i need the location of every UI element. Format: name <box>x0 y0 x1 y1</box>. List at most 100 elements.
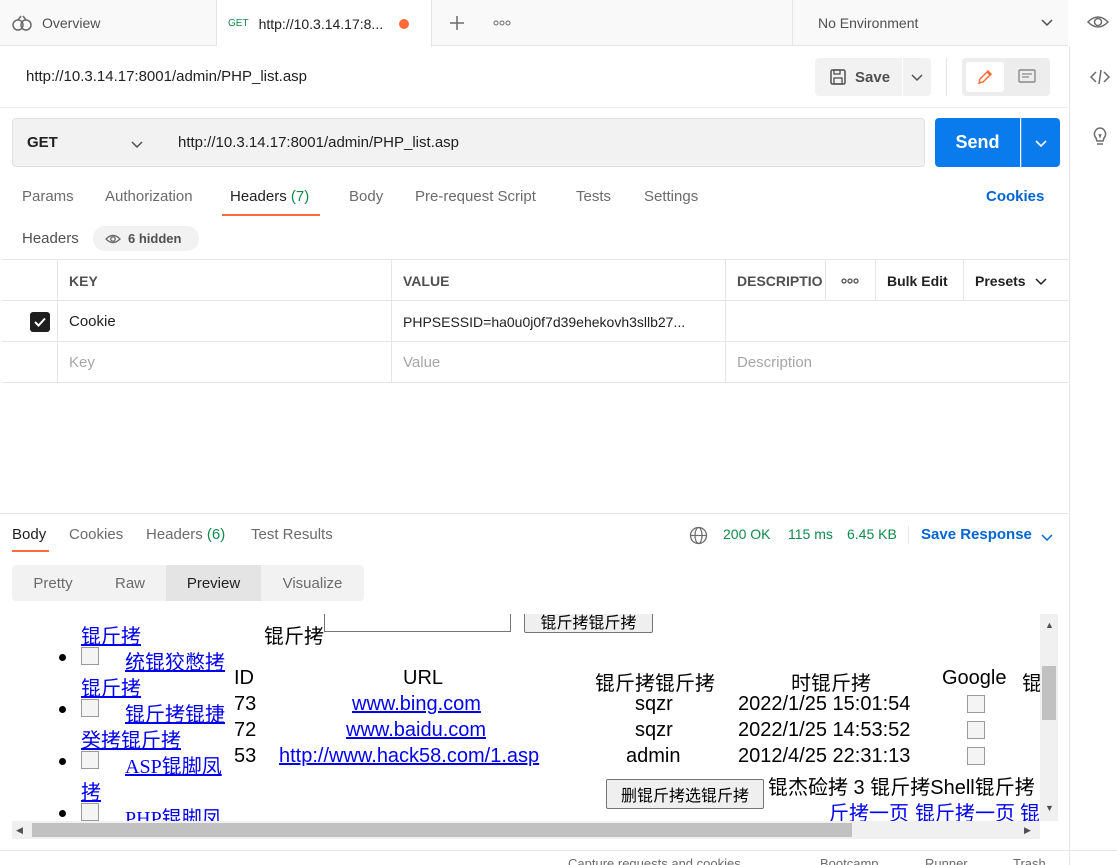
sidebar-link[interactable]: ASP锟脚凤 <box>125 750 222 779</box>
search-input[interactable] <box>324 614 511 632</box>
tab-request[interactable]: GET http://10.3.14.17:8... <box>217 0 432 47</box>
cookies-link[interactable]: Cookies <box>986 188 1044 205</box>
horizontal-scroll-thumb[interactable] <box>32 823 852 837</box>
chevron-down-icon[interactable] <box>1040 530 1054 544</box>
sidebar-link[interactable]: 拷 <box>81 776 101 805</box>
broken-image-icon <box>967 747 985 765</box>
sidebar-link[interactable]: 癸拷锟斤拷 <box>81 724 181 753</box>
save-response-button[interactable]: Save Response <box>921 526 1032 543</box>
bootcamp-button[interactable]: Bootcamp <box>820 856 879 865</box>
tab-params[interactable]: Params <box>22 188 74 205</box>
sidebar-link[interactable]: 锟斤拷 <box>81 620 141 649</box>
hidden-headers-count: 6 hidden <box>128 231 182 246</box>
tab-overview[interactable]: Overview <box>0 0 217 46</box>
send-button[interactable]: Send <box>935 118 1020 167</box>
pager-next-link[interactable]: 锟斤拷一页 <box>915 797 1015 821</box>
pager-prev-link[interactable]: 斤拷一页 <box>829 797 909 821</box>
edit-mode-button[interactable] <box>966 62 1004 92</box>
cell-url-link[interactable]: www.bing.com <box>352 693 481 716</box>
scroll-left-icon[interactable]: ◀ <box>16 825 23 836</box>
search-button[interactable]: 锟斤拷锟斤拷 <box>524 614 653 633</box>
method-select[interactable]: GET <box>12 118 157 167</box>
response-resize-handle[interactable] <box>0 513 1068 514</box>
new-description-input[interactable]: Description <box>726 342 1068 383</box>
tab-body[interactable]: Body <box>349 188 383 205</box>
search-label: 锟斤拷 <box>264 626 324 648</box>
cell-url-link[interactable]: http://www.hack58.com/1.asp <box>279 745 539 768</box>
list-bullet <box>59 654 66 661</box>
bulk-edit-button[interactable]: Bulk Edit <box>876 260 964 301</box>
scroll-down-icon[interactable]: ▼ <box>1045 803 1054 813</box>
tab-response-headers-label: Headers <box>146 526 203 543</box>
delete-selected-button[interactable]: 删锟斤拷选锟斤拷 <box>606 779 764 809</box>
tab-prerequest-script[interactable]: Pre-request Script <box>415 188 536 205</box>
status-bar: Capture requests and cookies Bootcamp Ru… <box>0 850 1117 865</box>
view-pretty[interactable]: Pretty <box>12 565 94 601</box>
scroll-up-icon[interactable]: ▲ <box>1045 620 1054 630</box>
globe-icon[interactable] <box>689 526 708 545</box>
header-key-cell[interactable]: Cookie <box>58 301 392 342</box>
sidebar-link[interactable]: 统锟狡憋拷 <box>125 646 225 675</box>
save-button[interactable]: Save <box>815 58 902 96</box>
new-key-input[interactable]: Key <box>58 342 392 383</box>
environment-quick-look-eye-icon[interactable] <box>1086 12 1110 32</box>
sidebar-link[interactable]: 锟斤拷 <box>81 672 141 701</box>
tab-settings[interactable]: Settings <box>644 188 698 205</box>
empty-checkbox-cell <box>2 342 58 383</box>
header-description-cell[interactable] <box>726 301 1068 342</box>
column-header-google: Google <box>942 667 1007 689</box>
capture-requests-button[interactable]: Capture requests and cookies <box>568 856 741 865</box>
tab-response-headers[interactable]: Headers (6) <box>146 526 225 543</box>
tab-headers[interactable]: Headers (7) <box>230 188 309 205</box>
unsaved-dot-icon <box>399 18 410 29</box>
response-size[interactable]: 6.45 KB <box>847 526 897 542</box>
column-header-extra: 锟 <box>1022 673 1040 695</box>
cell-user: sqzr <box>635 719 673 741</box>
tab-response-cookies[interactable]: Cookies <box>69 526 123 543</box>
status-code[interactable]: 200 OK <box>723 526 770 542</box>
save-options-button[interactable] <box>903 58 931 96</box>
pager-more-link[interactable]: 锟 <box>1020 797 1040 821</box>
lightbulb-icon[interactable] <box>1089 125 1111 147</box>
view-raw[interactable]: Raw <box>94 565 166 601</box>
tab-test-results[interactable]: Test Results <box>251 526 333 543</box>
headers-table: KEY VALUE DESCRIPTIO Bulk Edit Presets C… <box>2 259 1068 383</box>
view-visualize[interactable]: Visualize <box>261 565 364 601</box>
table-header-row: KEY VALUE DESCRIPTIO Bulk Edit Presets <box>2 260 1068 301</box>
more-options-icon[interactable] <box>826 260 876 301</box>
hidden-headers-toggle[interactable]: 6 hidden <box>93 226 199 251</box>
view-preview[interactable]: Preview <box>166 565 261 601</box>
tab-authorization[interactable]: Authorization <box>105 188 193 205</box>
scroll-right-icon[interactable]: ▶ <box>1024 825 1031 836</box>
request-name[interactable]: http://10.3.14.17:8001/admin/PHP_list.as… <box>26 68 307 85</box>
header-value-cell[interactable]: PHPSESSID=ha0u0j0f7d39ehekovh3sllb27... <box>392 301 726 342</box>
code-snippet-icon[interactable] <box>1089 68 1111 86</box>
new-value-input[interactable]: Value <box>392 342 726 383</box>
comments-button[interactable] <box>1008 62 1046 92</box>
tab-tests[interactable]: Tests <box>576 188 611 205</box>
chevron-down-icon <box>130 137 144 151</box>
header-enabled-checkbox[interactable] <box>2 301 58 342</box>
url-input[interactable]: http://10.3.14.17:8001/admin/PHP_list.as… <box>156 118 925 167</box>
presets-dropdown[interactable]: Presets <box>964 260 1068 301</box>
send-options-button[interactable] <box>1021 118 1060 167</box>
more-tabs-icon[interactable] <box>490 0 514 46</box>
sidebar-link[interactable]: 锟斤拷锟捷 <box>125 698 225 727</box>
chevron-down-icon <box>1035 139 1047 147</box>
sidebar-link[interactable]: PHP锟脚凤 <box>125 802 222 821</box>
runner-button[interactable]: Runner <box>925 856 968 865</box>
eye-icon <box>105 234 121 243</box>
vertical-scroll-thumb[interactable] <box>1042 666 1056 720</box>
trash-button[interactable]: Trash <box>1013 856 1046 865</box>
environment-select[interactable]: No Environment <box>792 0 1068 46</box>
tab-response-body[interactable]: Body <box>12 526 46 543</box>
chevron-down-icon <box>1035 277 1047 285</box>
broken-image-icon <box>81 751 99 769</box>
column-header-time: 时锟斤拷 <box>791 673 871 695</box>
active-tab-indicator <box>12 550 49 552</box>
save-icon <box>829 68 847 86</box>
new-tab-button[interactable] <box>445 0 469 46</box>
broken-image-icon <box>81 803 99 821</box>
cell-url-link[interactable]: www.baidu.com <box>346 719 486 742</box>
response-time[interactable]: 115 ms <box>788 526 833 542</box>
